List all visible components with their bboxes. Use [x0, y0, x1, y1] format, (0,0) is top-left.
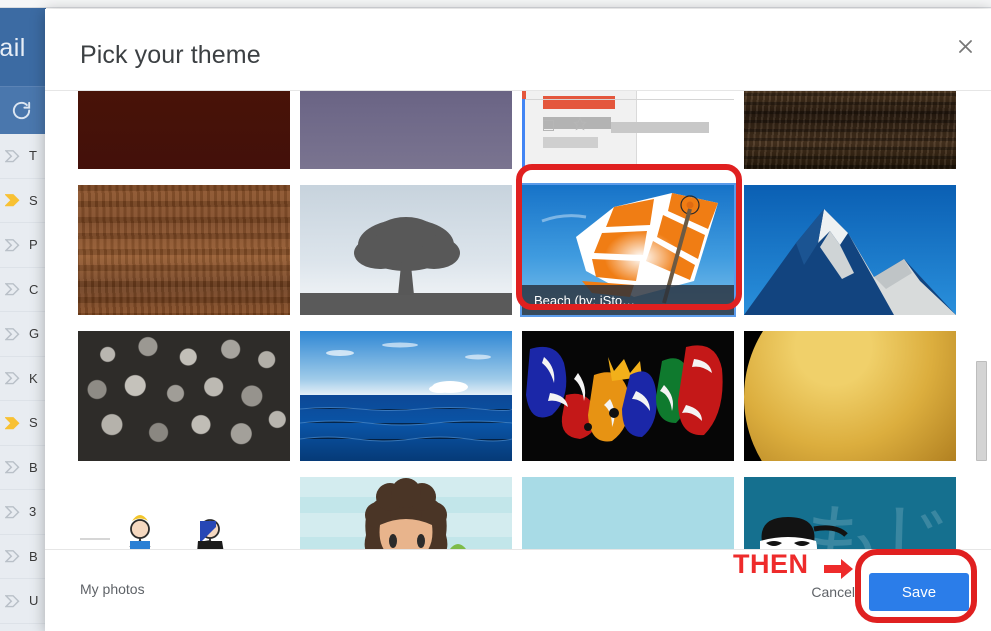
- mail-subject: 3: [29, 504, 37, 520]
- theme-thumbnail-ninja[interactable]: もじ: [744, 477, 956, 549]
- mail-list-item[interactable]: S: [0, 401, 45, 446]
- mail-list-item[interactable]: 3: [0, 490, 45, 535]
- theme-thumbnail-cyan[interactable]: [522, 477, 734, 549]
- mail-subject: G: [29, 326, 40, 342]
- annotation-then-label: THEN: [733, 549, 809, 579]
- theme-thumbnail-cartoon2[interactable]: [300, 477, 512, 549]
- close-icon: [956, 37, 975, 61]
- mail-subject: T: [29, 148, 37, 164]
- mail-list-item[interactable]: G: [0, 312, 45, 357]
- browser-top-strip: [0, 0, 991, 8]
- theme-thumbnail-ocean[interactable]: [300, 331, 512, 461]
- theme-artwork: [522, 91, 734, 169]
- mail-subject: C: [29, 281, 39, 297]
- chevron-outline-icon[interactable]: [4, 371, 23, 385]
- save-button[interactable]: Save: [869, 573, 969, 611]
- theme-artwork: [300, 331, 512, 461]
- mail-list-item[interactable]: S: [0, 179, 45, 223]
- theme-artwork: [78, 477, 290, 549]
- theme-thumbnail-maroon[interactable]: [78, 91, 290, 169]
- mail-subject: S: [29, 415, 38, 431]
- mail-list-item[interactable]: B: [0, 535, 45, 579]
- my-photos-link[interactable]: My photos: [80, 581, 145, 597]
- chevron-outline-icon[interactable]: [4, 594, 23, 608]
- mail-list-item[interactable]: C: [0, 268, 45, 312]
- theme-thumbnail-beach[interactable]: Beach (by: iSto…: [520, 183, 736, 317]
- chevron-outline-icon[interactable]: [4, 327, 23, 341]
- chevron-outline-icon[interactable]: [4, 149, 23, 163]
- vertical-scrollbar[interactable]: [976, 91, 989, 549]
- mail-subject: P: [29, 237, 38, 253]
- theme-thumbnail-graffiti[interactable]: [522, 331, 734, 461]
- close-button[interactable]: [945, 29, 985, 69]
- theme-caption: Beach (by: iSto…: [522, 285, 734, 315]
- gmail-mail-list: T S P C G K S B 3 B U: [0, 134, 46, 631]
- theme-artwork: [522, 477, 734, 549]
- chevron-filled-icon[interactable]: [4, 193, 23, 207]
- theme-thumbnail-darkwood[interactable]: [744, 91, 956, 169]
- chevron-outline-icon[interactable]: [4, 460, 23, 474]
- theme-thumbnail-cartoon1[interactable]: [78, 477, 290, 549]
- mail-list-item[interactable]: K: [0, 357, 45, 401]
- vertical-scrollbar-thumb[interactable]: [976, 361, 987, 461]
- mail-list-item[interactable]: B: [0, 446, 45, 490]
- cancel-button[interactable]: Cancel: [803, 580, 863, 604]
- dialog-header: Pick your theme: [45, 9, 991, 91]
- theme-artwork: [744, 185, 956, 315]
- mail-list-item[interactable]: U: [0, 579, 45, 624]
- theme-artwork: [300, 185, 512, 315]
- theme-artwork: [744, 331, 956, 461]
- theme-thumbnail-stones[interactable]: [78, 331, 290, 461]
- chevron-outline-icon[interactable]: [4, 238, 23, 252]
- refresh-icon[interactable]: [10, 99, 33, 122]
- theme-thumbnail-tree[interactable]: [300, 185, 512, 315]
- theme-artwork: もじ: [744, 477, 956, 549]
- theme-picker-dialog: Pick your theme Beach (by: iSto… もじ My ph…: [45, 9, 991, 631]
- theme-thumbnail-wood[interactable]: [78, 185, 290, 315]
- gmail-header: mail: [0, 8, 46, 86]
- theme-artwork: [78, 185, 290, 315]
- theme-artwork: [78, 331, 290, 461]
- mail-subject: S: [29, 192, 38, 208]
- theme-thumbnail-planet[interactable]: [744, 331, 956, 461]
- mail-list-item[interactable]: P: [0, 223, 45, 268]
- gmail-toolbar: [0, 86, 46, 134]
- theme-grid-scroll-area[interactable]: Beach (by: iSto… もじ: [45, 91, 991, 549]
- theme-artwork: [522, 331, 734, 461]
- mail-list-item[interactable]: T: [0, 134, 45, 179]
- theme-thumbnail-purple[interactable]: [300, 91, 512, 169]
- mail-subject: B: [29, 459, 38, 475]
- theme-artwork: [78, 91, 290, 169]
- arrow-right-icon: [824, 556, 854, 582]
- chevron-outline-icon[interactable]: [4, 282, 23, 296]
- theme-artwork: [744, 91, 956, 169]
- screen: mail T S P C G K S B 3 B U Pick your theme Beach (…: [0, 0, 991, 631]
- gmail-logo: mail: [0, 34, 26, 62]
- theme-thumbnail-default[interactable]: [522, 91, 734, 169]
- mail-subject: K: [29, 370, 38, 386]
- theme-artwork: [300, 91, 512, 169]
- chevron-outline-icon[interactable]: [4, 505, 23, 519]
- theme-grid: Beach (by: iSto… もじ: [45, 91, 956, 549]
- chevron-outline-icon[interactable]: [4, 549, 23, 563]
- mail-subject: U: [29, 593, 39, 609]
- chevron-filled-icon[interactable]: [4, 416, 23, 430]
- theme-artwork: [300, 477, 512, 549]
- theme-thumbnail-mountain[interactable]: [744, 185, 956, 315]
- mail-subject: B: [29, 548, 38, 564]
- page-title: Pick your theme: [80, 41, 261, 69]
